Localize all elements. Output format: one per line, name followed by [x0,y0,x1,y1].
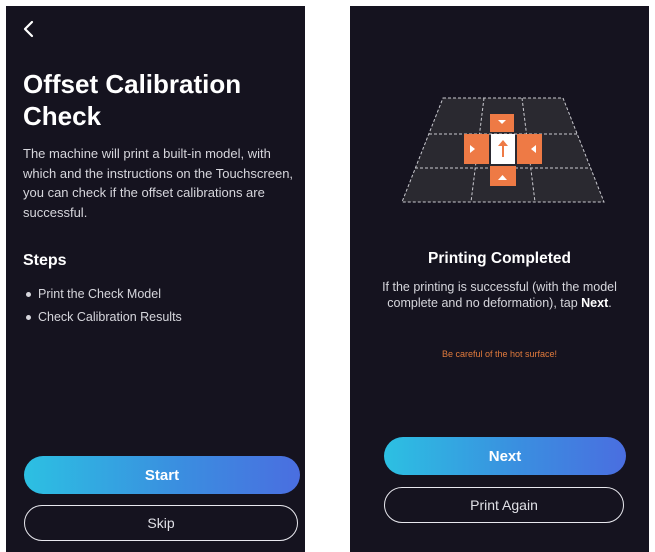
status-title: Printing Completed [428,250,571,267]
status-message: If the printing is successful (with the … [380,279,619,311]
print-again-button[interactable]: Print Again [384,487,624,523]
calibration-model-graphic [401,97,605,203]
start-button[interactable]: Start [24,456,300,494]
printing-completed-screen: Printing Completed If the printing is su… [350,6,649,552]
hot-surface-warning: Be careful of the hot surface! [441,349,558,359]
status-message-emphasis: Next [581,296,609,310]
calibration-intro-screen: Offset Calibration Check The machine wil… [6,6,305,552]
back-chevron-icon[interactable] [20,19,38,39]
page-description: The machine will print a built-in model,… [23,146,294,220]
status-message-suffix: . [608,296,612,310]
step-item: Check Calibration Results [23,306,182,329]
page-title: Offset Calibration Check [23,69,242,131]
skip-button[interactable]: Skip [24,505,298,541]
step-item: Print the Check Model [23,283,182,306]
steps-heading: Steps [23,252,67,269]
next-button[interactable]: Next [384,437,626,475]
steps-list: Print the Check Model Check Calibration … [23,283,182,329]
